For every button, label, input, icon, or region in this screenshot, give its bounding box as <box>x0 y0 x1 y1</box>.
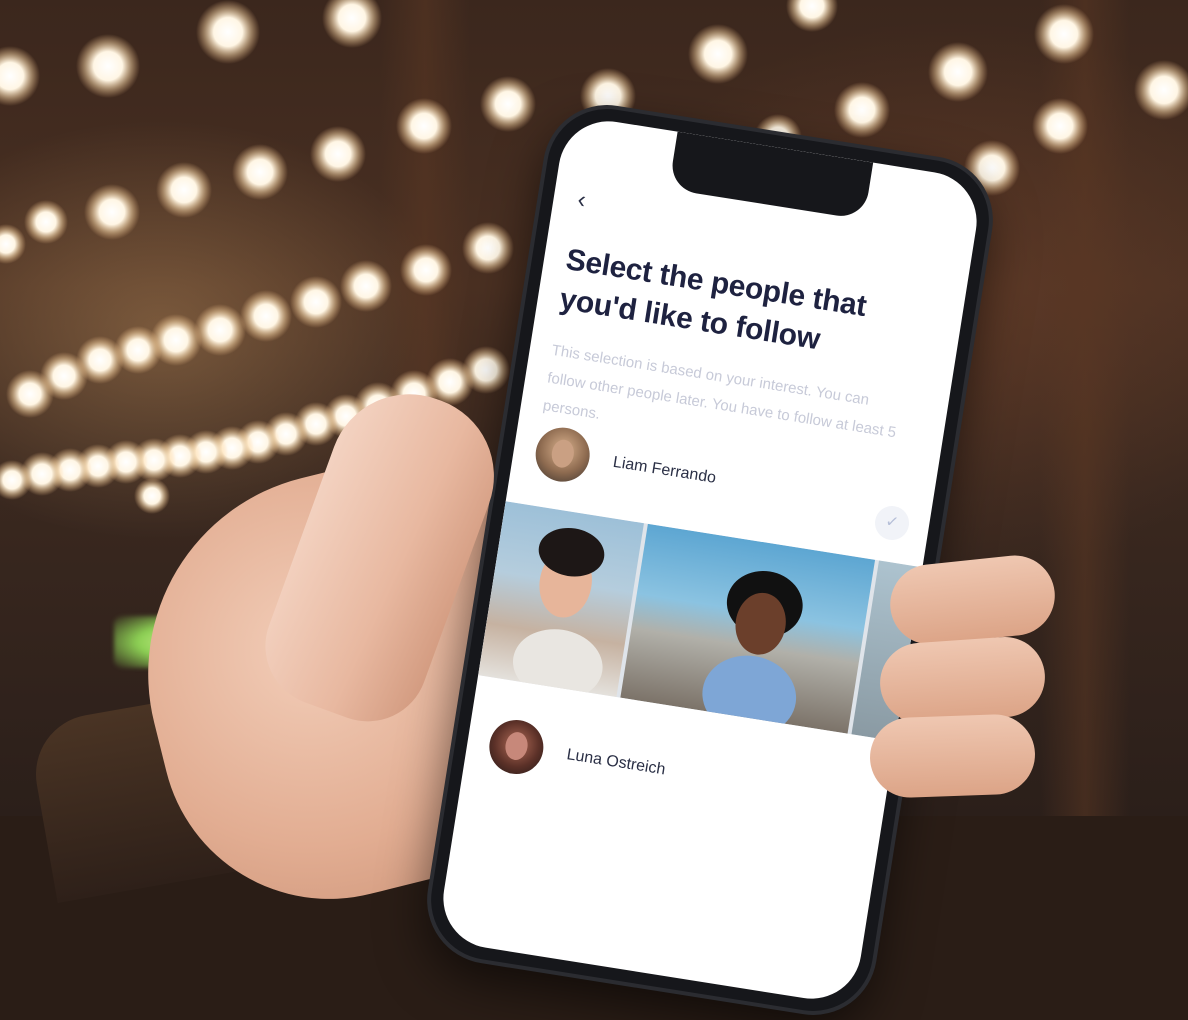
finger <box>877 634 1048 726</box>
avatar <box>531 423 594 486</box>
phone-notch <box>668 131 874 220</box>
avatar <box>485 716 548 778</box>
person-name: Liam Ferrando <box>611 453 718 487</box>
gallery-photo[interactable] <box>620 523 876 742</box>
gallery-photo[interactable] <box>478 501 644 707</box>
finger <box>868 713 1037 799</box>
check-icon[interactable]: ✓ <box>872 503 912 543</box>
person-name: Luna Ostreich <box>565 746 667 779</box>
chevron-left-icon[interactable]: ‹ <box>576 186 606 217</box>
